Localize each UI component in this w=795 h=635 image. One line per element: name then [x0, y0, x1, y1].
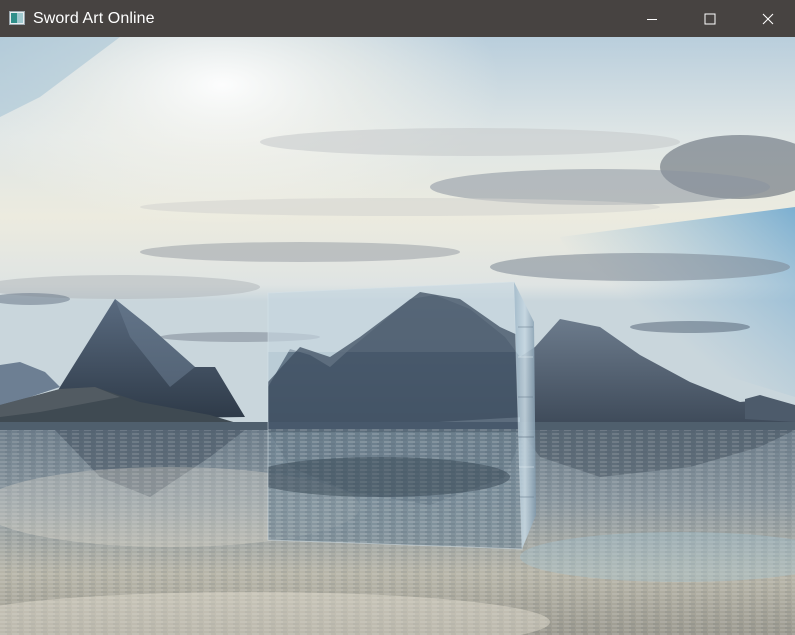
title-bar[interactable]: Sword Art Online: [0, 0, 795, 37]
minimize-icon: [647, 18, 657, 20]
close-icon: [762, 13, 774, 24]
window-title: Sword Art Online: [33, 10, 155, 27]
app-window-icon: [9, 11, 25, 25]
glass-cube[interactable]: [250, 281, 536, 550]
maximize-icon: [704, 13, 716, 24]
render-viewport[interactable]: [0, 37, 795, 635]
maximize-button[interactable]: [681, 0, 739, 37]
app-window: Sword Art Online: [0, 0, 795, 635]
minimize-button[interactable]: [623, 0, 681, 37]
close-button[interactable]: [739, 0, 795, 37]
